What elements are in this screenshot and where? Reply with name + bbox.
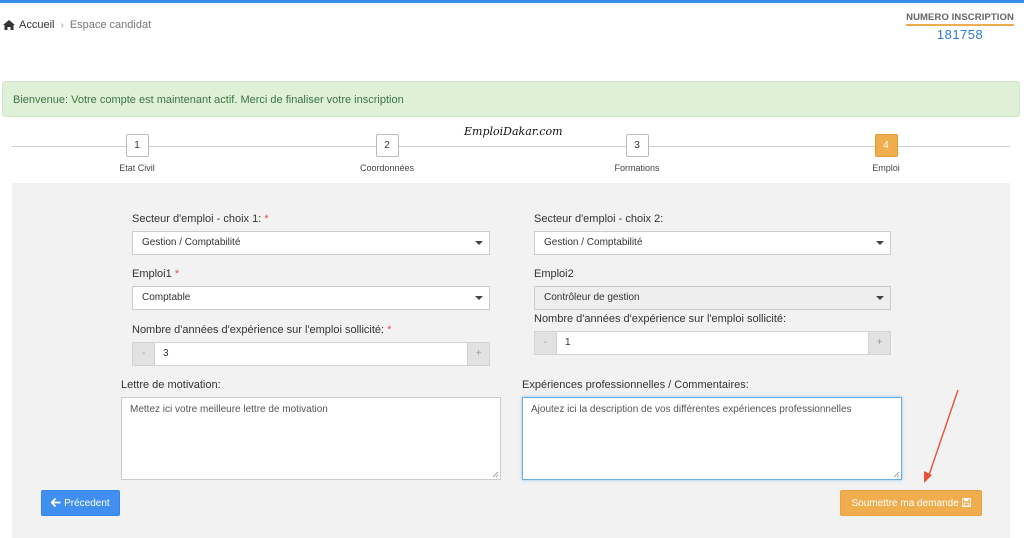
wizard-step-label: Coordonnées — [359, 163, 415, 173]
experience1-label: Nombre d'années d'expérience sur l'emplo… — [132, 324, 391, 336]
breadcrumb-home-link[interactable]: Accueil — [3, 19, 54, 31]
wizard-step-formations[interactable]: 3 Formations — [577, 134, 697, 173]
wizard-step-etat-civil[interactable]: 1 Etat Civil — [77, 134, 197, 173]
increment-button[interactable]: + — [467, 342, 490, 366]
experience2-input[interactable]: 1 — [557, 331, 868, 355]
emploi2-label-text: Emploi2 — [534, 268, 574, 280]
breadcrumb-current: Espace candidat — [69, 19, 152, 31]
chevron-right-icon: › — [60, 19, 64, 31]
experiences-placeholder: Ajoutez ici la description de vos différ… — [531, 404, 852, 415]
emploi2-value: Contrôleur de gestion — [544, 292, 640, 303]
submit-button-label: Soumettre ma demande — [851, 498, 959, 509]
caret-down-icon — [876, 296, 884, 300]
secteur1-label-text: Secteur d'emploi - choix 1: — [132, 213, 262, 225]
experience2-stepper: - 1 + — [534, 331, 891, 355]
home-icon — [3, 20, 15, 30]
inscription-number: 181758 — [936, 27, 984, 42]
wizard-step-label: Formations — [614, 163, 660, 173]
wizard-step-number[interactable]: 4 — [874, 134, 898, 157]
motivation-label: Lettre de motivation: — [121, 379, 221, 391]
experience1-input[interactable]: 3 — [155, 342, 467, 366]
emploi1-value: Comptable — [142, 292, 191, 303]
emploi1-label: Emploi1 * — [132, 268, 179, 280]
emploi2-select[interactable]: Contrôleur de gestion — [534, 286, 891, 310]
wizard-step-coordonnees[interactable]: 2 Coordonnées — [327, 134, 447, 173]
emploi1-select[interactable]: Comptable — [132, 286, 490, 310]
previous-button[interactable]: Précedent — [41, 490, 120, 516]
secteur2-label-text: Secteur d'emploi - choix 2: — [534, 213, 664, 225]
secteur1-label: Secteur d'emploi - choix 1: * — [132, 213, 269, 225]
motivation-textarea[interactable]: Mettez ici votre meilleure lettre de mot… — [121, 397, 501, 480]
experience2-label: Nombre d'années d'expérience sur l'emplo… — [534, 313, 786, 325]
caret-down-icon — [475, 296, 483, 300]
emploi2-label: Emploi2 — [534, 268, 574, 280]
wizard-step-label: Emploi — [872, 163, 900, 173]
resize-grip-icon[interactable] — [492, 471, 499, 478]
caret-down-icon — [475, 241, 483, 245]
emploi1-label-text: Emploi1 — [132, 268, 172, 280]
submit-button[interactable]: Soumettre ma demande — [840, 490, 982, 516]
experiences-textarea[interactable]: Ajoutez ici la description de vos différ… — [522, 397, 902, 480]
experiences-label: Expériences professionnelles / Commentai… — [522, 379, 749, 391]
experience1-label-text: Nombre d'années d'expérience sur l'emplo… — [132, 324, 385, 336]
secteur1-value: Gestion / Comptabilité — [142, 237, 241, 248]
required-marker: * — [174, 268, 180, 280]
required-marker: * — [264, 213, 269, 225]
secteur1-select[interactable]: Gestion / Comptabilité — [132, 231, 490, 255]
breadcrumb-home-label: Accueil — [19, 19, 55, 31]
increment-button[interactable]: + — [868, 331, 891, 355]
wizard-step-number[interactable]: 3 — [625, 134, 649, 157]
caret-down-icon — [876, 241, 884, 245]
floppy-disk-icon — [961, 498, 971, 507]
motivation-placeholder: Mettez ici votre meilleure lettre de mot… — [130, 404, 328, 415]
wizard-step-number[interactable]: 2 — [375, 134, 399, 157]
welcome-alert: Bienvenue: Votre compte est maintenant a… — [2, 81, 1020, 117]
arrow-left-icon — [50, 497, 61, 508]
wizard-step-number[interactable]: 1 — [125, 134, 149, 157]
decrement-button[interactable]: - — [534, 331, 557, 355]
resize-grip-icon[interactable] — [893, 471, 900, 478]
decrement-button[interactable]: - — [132, 342, 155, 366]
previous-button-label: Précedent — [64, 498, 110, 509]
required-marker: * — [387, 324, 392, 336]
inscription-number-block: NUMERO INSCRIPTION 181758 — [906, 12, 1014, 42]
breadcrumb: Accueil › Espace candidat — [3, 19, 151, 31]
secteur2-label: Secteur d'emploi - choix 2: — [534, 213, 663, 225]
experience1-stepper: - 3 + — [132, 342, 490, 366]
secteur2-select[interactable]: Gestion / Comptabilité — [534, 231, 891, 255]
wizard-step-label: Etat Civil — [119, 163, 155, 173]
wizard-step-emploi[interactable]: 4 Emploi — [826, 134, 946, 173]
top-accent-bar — [0, 0, 1024, 3]
secteur2-value: Gestion / Comptabilité — [544, 237, 643, 248]
experience2-label-text: Nombre d'années d'expérience sur l'emplo… — [534, 313, 787, 325]
brand-watermark: EmploiDakar.com — [464, 125, 563, 138]
inscription-label: NUMERO INSCRIPTION — [906, 12, 1014, 26]
